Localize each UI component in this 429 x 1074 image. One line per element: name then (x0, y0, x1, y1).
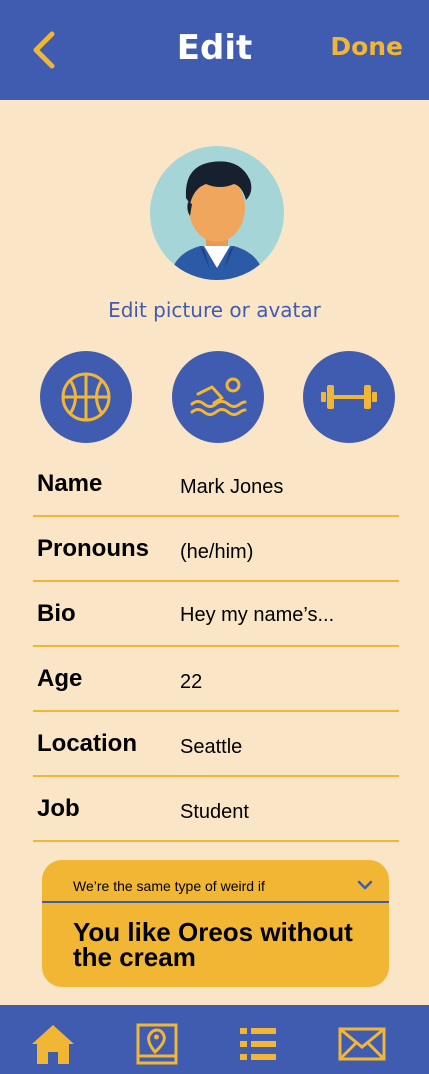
prompt-answer[interactable]: You like Oreos without the cream (73, 919, 373, 970)
tab-discover[interactable] (132, 1019, 182, 1069)
field-bio: Bio Hey my name’s... (33, 582, 399, 647)
age-input[interactable]: 22 (180, 671, 202, 694)
avatar[interactable] (150, 146, 284, 280)
chevron-down-icon (357, 880, 373, 890)
field-label: Name (37, 470, 103, 497)
bottom-tab-bar (0, 1005, 429, 1074)
name-input[interactable]: Mark Jones (180, 476, 283, 499)
done-button[interactable]: Done (330, 32, 403, 61)
field-label: Age (37, 665, 83, 692)
interest-weightlifting[interactable] (303, 351, 395, 443)
prompt-question: We’re the same type of weird if (73, 878, 265, 894)
bio-input[interactable]: Hey my name’s... (180, 604, 334, 627)
field-location: Location Seattle (33, 712, 399, 777)
top-bar: Edit Done (0, 0, 429, 100)
basketball-icon (61, 372, 111, 422)
tab-messages[interactable] (337, 1019, 387, 1069)
field-label: Location (37, 730, 137, 757)
mail-icon (338, 1027, 386, 1061)
map-pin-icon (136, 1023, 178, 1065)
tab-list[interactable] (233, 1019, 283, 1069)
field-label: Bio (37, 600, 76, 627)
interest-swimming[interactable] (172, 351, 264, 443)
swimming-icon (190, 377, 247, 416)
prompt-dropdown[interactable]: We’re the same type of weird if (42, 860, 389, 903)
avatar-icon (170, 161, 264, 280)
dumbbell-icon (321, 385, 377, 409)
list-icon (240, 1028, 276, 1060)
home-icon (32, 1025, 74, 1064)
field-age: Age 22 (33, 647, 399, 712)
field-name: Name Mark Jones (33, 452, 399, 517)
job-input[interactable]: Student (180, 801, 249, 824)
location-input[interactable]: Seattle (180, 736, 242, 759)
interest-basketball[interactable] (40, 351, 132, 443)
field-label: Job (37, 795, 80, 822)
field-job: Job Student (33, 777, 399, 842)
field-pronouns: Pronouns (he/him) (33, 517, 399, 582)
field-label: Pronouns (37, 535, 149, 562)
edit-picture-link[interactable]: Edit picture or avatar (0, 298, 429, 322)
prompt-card: We’re the same type of weird if You like… (42, 860, 389, 987)
pronouns-input[interactable]: (he/him) (180, 541, 253, 564)
tab-home[interactable] (28, 1019, 78, 1069)
